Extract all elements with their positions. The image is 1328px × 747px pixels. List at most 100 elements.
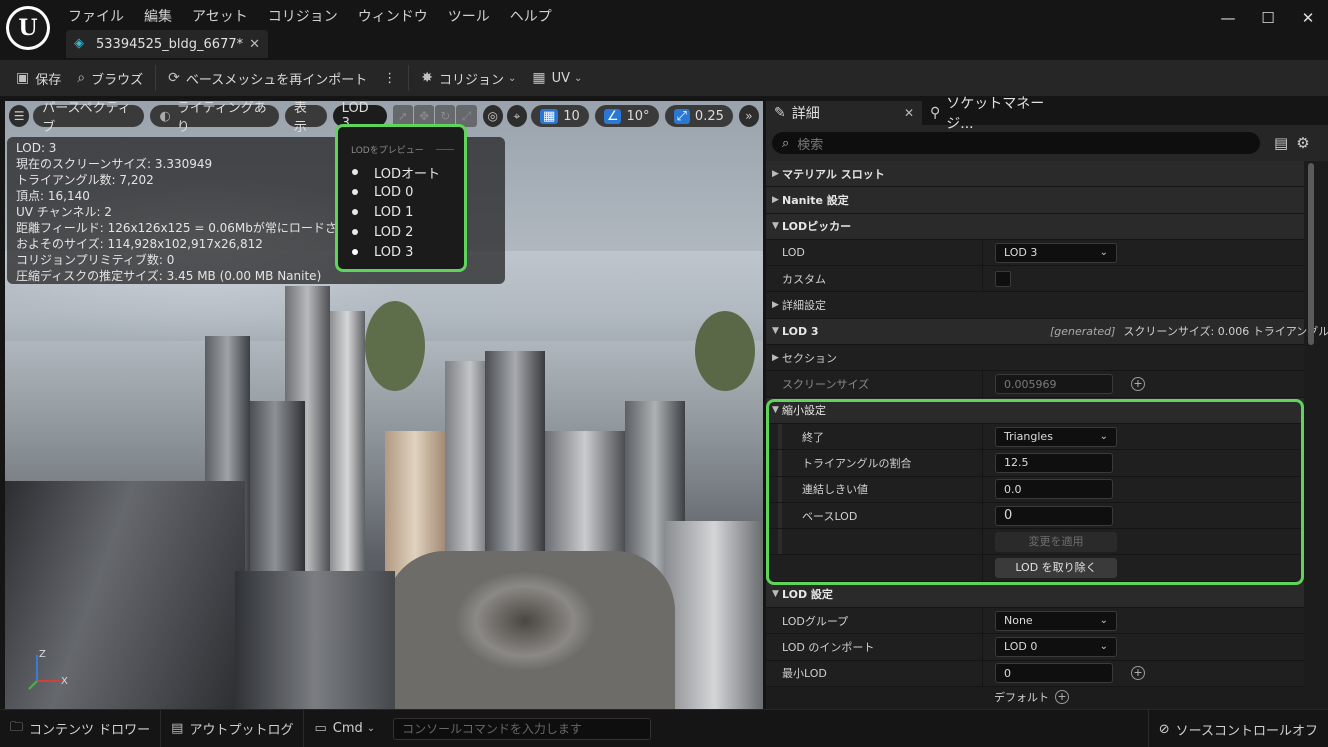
lighting-sphere-icon: ◐ [159, 108, 171, 124]
save-button[interactable]: ▣ 保存 [8, 64, 69, 92]
expand-toolbar-icon[interactable]: » [738, 105, 760, 127]
lod-option-label: LOD 0 [374, 184, 414, 200]
collision-dropdown[interactable]: ✸ コリジョン ⌄ [413, 64, 524, 92]
close-window-button[interactable]: ✕ [1288, 6, 1328, 30]
add-icon[interactable]: + [1055, 690, 1069, 704]
details-scrollbar[interactable] [1308, 163, 1314, 345]
property-custom: カスタム [766, 266, 1304, 293]
add-icon[interactable]: + [1131, 377, 1145, 392]
lod-option-0[interactable]: LOD 0 [338, 182, 464, 202]
show-button[interactable]: 表示 [284, 101, 327, 135]
close-icon[interactable]: ✕ [904, 106, 914, 120]
document-tab-title: 53394525_bldg_6677* [96, 36, 244, 52]
maximize-button[interactable]: ☐ [1248, 6, 1288, 30]
angle-snap-toggle[interactable]: ∠ 10° [594, 105, 659, 127]
property-label: スクリーンサイズ [782, 378, 870, 392]
termination-select[interactable]: Triangles ⌄ [995, 426, 1117, 447]
category-lod3[interactable]: ▼LOD 3 [generated] スクリーンサイズ: 0.006 トライアング… [766, 318, 1328, 346]
lod-option-label: LOD 3 [374, 244, 414, 260]
radio-icon [352, 229, 358, 235]
remove-lod-button[interactable]: LOD を取り除く [995, 558, 1117, 579]
radio-icon [352, 189, 358, 195]
category-label: 縮小設定 [782, 404, 826, 418]
lod-option-auto[interactable]: LODオート [338, 162, 464, 182]
property-label: トライアングルの割合 [802, 456, 912, 470]
lod-option-3[interactable]: LOD 3 [338, 242, 464, 262]
minimize-button[interactable]: — [1208, 6, 1248, 30]
scale-snap-icon: ⤢ [673, 108, 690, 124]
unreal-logo-icon[interactable]: U [6, 6, 50, 50]
mesh-viewport[interactable]: ☰ パースペクティブ ◐ ライティングあり 表示 LOD 3 ➚ ✥ ↻ ⤢ ◎… [5, 101, 763, 709]
menu-tools[interactable]: ツール [438, 4, 500, 28]
output-log-button[interactable]: ▤ アウトプットログ [161, 709, 305, 747]
menu-file[interactable]: ファイル [58, 4, 134, 28]
lighting-mode-button[interactable]: ◐ ライティングあり [150, 101, 279, 135]
uv-dropdown[interactable]: ▦ UV ⌄ [524, 64, 590, 92]
menu-collision[interactable]: コリジョン [258, 4, 348, 28]
lod-option-2[interactable]: LOD 2 [338, 222, 464, 242]
category-reduction-settings[interactable]: ▼ 縮小設定 [766, 397, 1304, 424]
menu-edit[interactable]: 編集 [134, 4, 182, 28]
chevron-right-icon: ▶ [772, 300, 779, 311]
hamburger-menu-icon[interactable]: ☰ [9, 105, 30, 127]
grid-snap-toggle[interactable]: ▦ 10 [530, 105, 589, 127]
surface-snap-icon[interactable]: ⌖ [506, 105, 527, 127]
cmd-dropdown[interactable]: ▭ Cmd ⌄ [304, 710, 385, 747]
menu-help[interactable]: ヘルプ [500, 4, 562, 28]
property-label: 終了 [802, 430, 824, 444]
lod-select[interactable]: LOD 3 ⌄ [995, 242, 1117, 263]
console-command-input[interactable]: コンソールコマンドを入力します [393, 717, 652, 740]
scene-mesh-block [330, 311, 365, 601]
content-drawer-button[interactable]: 🗀 コンテンツ ドロワー [0, 709, 162, 747]
scale-snap-value: 0.25 [694, 108, 724, 124]
local-space-icon[interactable]: ◎ [482, 105, 503, 127]
close-tab-icon[interactable]: ✕ [249, 37, 260, 52]
category-label: LOD 設定 [782, 588, 833, 602]
apply-changes-button[interactable]: 変更を適用 [995, 531, 1117, 552]
category-material-slots[interactable]: ▶ マテリアル スロット [766, 161, 1304, 188]
table-view-icon[interactable]: ▤ [1274, 134, 1288, 152]
more-options-button[interactable]: ⋮ [375, 64, 404, 92]
base-lod-field[interactable]: 0 [995, 505, 1113, 526]
property-lod: LOD LOD 3 ⌄ [766, 239, 1304, 267]
tab-details[interactable]: ✎ 詳細 ✕ [766, 101, 922, 125]
source-control-button[interactable]: ⊘ ソースコントロールオフ [1147, 710, 1328, 747]
lod-import-select[interactable]: LOD 0 ⌄ [995, 636, 1117, 657]
screen-size-field[interactable]: 0.005969 [995, 374, 1113, 395]
custom-checkbox[interactable] [995, 270, 1011, 287]
triangle-percent-field[interactable]: 12.5 [995, 452, 1113, 473]
tab-socket-manager[interactable]: ⚲ ソケットマネージ... [922, 96, 1078, 132]
weld-threshold-field[interactable]: 0.0 [995, 479, 1113, 500]
document-tab[interactable]: ◈ 53394525_bldg_6677* ✕ [66, 30, 268, 58]
category-lod-picker[interactable]: ▼ LODピッカー [766, 213, 1304, 240]
property-weld-threshold: 連結しきい値 0.0 [766, 476, 1304, 503]
property-advanced[interactable]: ▶ 詳細設定 [766, 292, 1304, 319]
lighting-mode-label: ライティングあり [176, 101, 267, 135]
min-lod-field[interactable]: 0 [995, 663, 1113, 684]
add-icon[interactable]: + [1131, 666, 1145, 681]
category-nanite[interactable]: ▶ Nanite 設定 [766, 187, 1304, 214]
collision-icon: ✸ [421, 70, 433, 86]
chevron-down-icon: ▼ [772, 326, 779, 337]
lod-group-select[interactable]: None ⌄ [995, 610, 1117, 631]
gear-icon[interactable]: ⚙ [1296, 134, 1309, 152]
axis-x-label: X [61, 676, 68, 687]
perspective-button[interactable]: パースペクティブ [33, 101, 145, 135]
lod-preview-menu-header: LODをプレビュー [338, 127, 464, 156]
details-search-input[interactable]: ⌕ 検索 [772, 132, 1260, 154]
scene-mesh-block [245, 401, 305, 591]
radio-selected-icon [352, 249, 358, 255]
scale-snap-toggle[interactable]: ⤢ 0.25 [664, 105, 733, 127]
property-min-lod: 最小LOD 0 + [766, 660, 1304, 687]
pencil-icon: ✎ [774, 105, 786, 121]
menu-window[interactable]: ウィンドウ [348, 4, 438, 28]
scene-tree [695, 311, 755, 391]
reimport-base-mesh-button[interactable]: ⟳ ベースメッシュを再インポート [160, 64, 375, 92]
lod-option-1[interactable]: LOD 1 [338, 202, 464, 222]
menu-asset[interactable]: アセット [182, 4, 258, 28]
browse-button[interactable]: ⌕ ブラウズ [69, 64, 151, 92]
window-controls: — ☐ ✕ [1208, 6, 1328, 30]
indent-bar [778, 476, 782, 502]
property-sections[interactable]: ▶ セクション [766, 345, 1304, 372]
category-lod-settings[interactable]: ▼ LOD 設定 [766, 581, 1304, 609]
